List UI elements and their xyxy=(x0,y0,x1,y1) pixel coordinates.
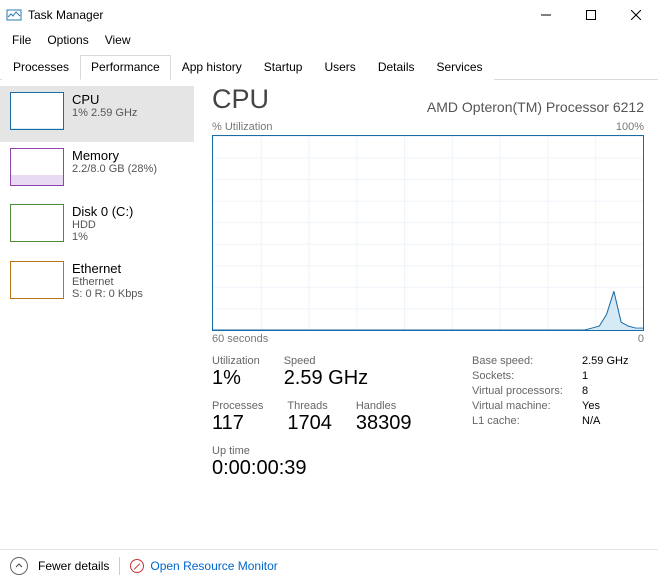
tab-processes[interactable]: Processes xyxy=(2,55,80,80)
stat-utilization: Utilization 1% xyxy=(212,355,260,390)
performance-body: CPU 1% 2.59 GHz Memory 2.2/8.0 GB (28%) … xyxy=(0,80,658,549)
chart-x-label: 60 seconds xyxy=(212,333,268,345)
performance-main: CPU AMD Opteron(TM) Processor 6212 % Uti… xyxy=(194,80,658,549)
sidebar-item-sub: 1% xyxy=(72,231,133,243)
tab-details[interactable]: Details xyxy=(367,55,426,80)
performance-sidebar: CPU 1% 2.59 GHz Memory 2.2/8.0 GB (28%) … xyxy=(0,80,194,549)
disk-thumb xyxy=(10,204,64,242)
close-button[interactable] xyxy=(613,0,658,30)
cpu-chart[interactable] xyxy=(212,135,644,331)
tabstrip: Processes Performance App history Startu… xyxy=(0,54,658,80)
menu-view[interactable]: View xyxy=(97,31,139,49)
tab-performance[interactable]: Performance xyxy=(80,55,171,80)
task-manager-icon xyxy=(6,7,22,23)
stat-uptime: Up time 0:00:00:39 xyxy=(212,445,307,480)
window-title: Task Manager xyxy=(28,8,523,22)
stat-processes: Processes 117 xyxy=(212,400,263,435)
sidebar-item-sub: HDD xyxy=(72,219,133,231)
kv-virtual-machine: Virtual machine:Yes xyxy=(472,400,628,412)
footer: Fewer details Open Resource Monitor xyxy=(0,549,658,581)
chart-plot xyxy=(213,136,643,330)
sidebar-item-sub: 2.2/8.0 GB (28%) xyxy=(72,163,157,175)
chart-x-min: 0 xyxy=(638,333,644,345)
kv-virtual-processors: Virtual processors:8 xyxy=(472,385,628,397)
tab-users[interactable]: Users xyxy=(313,55,366,80)
sidebar-item-ethernet[interactable]: Ethernet Ethernet S: 0 R: 0 Kbps xyxy=(0,255,194,312)
chevron-up-icon[interactable] xyxy=(10,557,28,575)
stat-threads: Threads 1704 xyxy=(287,400,332,435)
cpu-model: AMD Opteron(TM) Processor 6212 xyxy=(427,99,644,115)
sidebar-item-sub: 1% 2.59 GHz xyxy=(72,107,137,119)
sidebar-item-label: Ethernet xyxy=(72,261,143,276)
memory-thumb xyxy=(10,148,64,186)
minimize-button[interactable] xyxy=(523,0,568,30)
chart-y-max: 100% xyxy=(616,121,644,133)
page-title: CPU xyxy=(212,84,269,115)
menu-options[interactable]: Options xyxy=(39,31,96,49)
menubar: File Options View xyxy=(0,30,658,50)
footer-divider xyxy=(119,557,120,575)
stats-panel: Utilization 1% Speed 2.59 GHz Processes … xyxy=(212,355,644,490)
ethernet-thumb xyxy=(10,261,64,299)
window-controls xyxy=(523,0,658,30)
sidebar-item-sub: Ethernet xyxy=(72,276,143,288)
tab-app-history[interactable]: App history xyxy=(171,55,253,80)
stat-speed: Speed 2.59 GHz xyxy=(284,355,368,390)
sidebar-item-sub: S: 0 R: 0 Kbps xyxy=(72,288,143,300)
stat-handles: Handles 38309 xyxy=(356,400,412,435)
fewer-details-link[interactable]: Fewer details xyxy=(38,559,109,573)
menu-file[interactable]: File xyxy=(4,31,39,49)
sidebar-item-disk[interactable]: Disk 0 (C:) HDD 1% xyxy=(0,198,194,255)
kv-l1-cache: L1 cache:N/A xyxy=(472,415,628,427)
kv-base-speed: Base speed:2.59 GHz xyxy=(472,355,628,367)
sidebar-item-label: Disk 0 (C:) xyxy=(72,204,133,219)
tab-startup[interactable]: Startup xyxy=(253,55,314,80)
chart-y-label: % Utilization xyxy=(212,121,273,133)
kv-sockets: Sockets:1 xyxy=(472,370,628,382)
resource-monitor-icon xyxy=(130,559,144,573)
sidebar-item-cpu[interactable]: CPU 1% 2.59 GHz xyxy=(0,86,194,142)
titlebar: Task Manager xyxy=(0,0,658,30)
maximize-button[interactable] xyxy=(568,0,613,30)
sidebar-item-label: Memory xyxy=(72,148,157,163)
tab-services[interactable]: Services xyxy=(426,55,494,80)
open-resource-monitor-link[interactable]: Open Resource Monitor xyxy=(130,559,277,573)
sidebar-item-label: CPU xyxy=(72,92,137,107)
cpu-thumb xyxy=(10,92,64,130)
sidebar-item-memory[interactable]: Memory 2.2/8.0 GB (28%) xyxy=(0,142,194,198)
